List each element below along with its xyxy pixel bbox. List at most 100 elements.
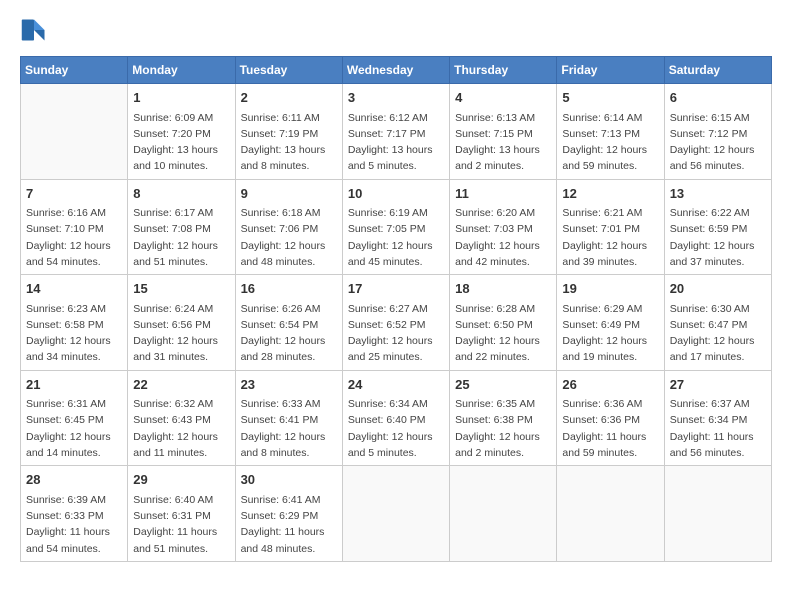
day-info: Sunrise: 6:21 AMSunset: 7:01 PMDaylight:… — [562, 205, 658, 270]
calendar-cell: 26Sunrise: 6:36 AMSunset: 6:36 PMDayligh… — [557, 370, 664, 466]
week-row-2: 14Sunrise: 6:23 AMSunset: 6:58 PMDayligh… — [21, 275, 772, 371]
calendar-cell: 14Sunrise: 6:23 AMSunset: 6:58 PMDayligh… — [21, 275, 128, 371]
day-info: Sunrise: 6:27 AMSunset: 6:52 PMDaylight:… — [348, 301, 444, 366]
calendar-cell: 7Sunrise: 6:16 AMSunset: 7:10 PMDaylight… — [21, 179, 128, 275]
calendar-cell: 28Sunrise: 6:39 AMSunset: 6:33 PMDayligh… — [21, 466, 128, 562]
day-info: Sunrise: 6:33 AMSunset: 6:41 PMDaylight:… — [241, 396, 337, 461]
day-number: 23 — [241, 375, 337, 395]
calendar-cell: 10Sunrise: 6:19 AMSunset: 7:05 PMDayligh… — [342, 179, 449, 275]
calendar-cell: 24Sunrise: 6:34 AMSunset: 6:40 PMDayligh… — [342, 370, 449, 466]
calendar-header: SundayMondayTuesdayWednesdayThursdayFrid… — [21, 57, 772, 84]
calendar-cell: 17Sunrise: 6:27 AMSunset: 6:52 PMDayligh… — [342, 275, 449, 371]
day-number: 22 — [133, 375, 229, 395]
day-info: Sunrise: 6:24 AMSunset: 6:56 PMDaylight:… — [133, 301, 229, 366]
header-day-friday: Friday — [557, 57, 664, 84]
day-info: Sunrise: 6:36 AMSunset: 6:36 PMDaylight:… — [562, 396, 658, 461]
header-day-saturday: Saturday — [664, 57, 771, 84]
day-number: 8 — [133, 184, 229, 204]
header-day-thursday: Thursday — [450, 57, 557, 84]
week-row-4: 28Sunrise: 6:39 AMSunset: 6:33 PMDayligh… — [21, 466, 772, 562]
day-info: Sunrise: 6:17 AMSunset: 7:08 PMDaylight:… — [133, 205, 229, 270]
calendar-cell: 23Sunrise: 6:33 AMSunset: 6:41 PMDayligh… — [235, 370, 342, 466]
calendar-cell: 22Sunrise: 6:32 AMSunset: 6:43 PMDayligh… — [128, 370, 235, 466]
day-info: Sunrise: 6:12 AMSunset: 7:17 PMDaylight:… — [348, 110, 444, 175]
day-number: 24 — [348, 375, 444, 395]
day-info: Sunrise: 6:23 AMSunset: 6:58 PMDaylight:… — [26, 301, 122, 366]
calendar-cell: 20Sunrise: 6:30 AMSunset: 6:47 PMDayligh… — [664, 275, 771, 371]
day-info: Sunrise: 6:19 AMSunset: 7:05 PMDaylight:… — [348, 205, 444, 270]
day-info: Sunrise: 6:16 AMSunset: 7:10 PMDaylight:… — [26, 205, 122, 270]
calendar-cell — [557, 466, 664, 562]
day-info: Sunrise: 6:26 AMSunset: 6:54 PMDaylight:… — [241, 301, 337, 366]
calendar-table: SundayMondayTuesdayWednesdayThursdayFrid… — [20, 56, 772, 562]
calendar-cell: 13Sunrise: 6:22 AMSunset: 6:59 PMDayligh… — [664, 179, 771, 275]
calendar-cell: 21Sunrise: 6:31 AMSunset: 6:45 PMDayligh… — [21, 370, 128, 466]
day-number: 19 — [562, 279, 658, 299]
header-day-tuesday: Tuesday — [235, 57, 342, 84]
day-number: 3 — [348, 88, 444, 108]
calendar-cell: 29Sunrise: 6:40 AMSunset: 6:31 PMDayligh… — [128, 466, 235, 562]
day-number: 21 — [26, 375, 122, 395]
day-number: 12 — [562, 184, 658, 204]
day-info: Sunrise: 6:29 AMSunset: 6:49 PMDaylight:… — [562, 301, 658, 366]
day-number: 25 — [455, 375, 551, 395]
calendar-cell: 15Sunrise: 6:24 AMSunset: 6:56 PMDayligh… — [128, 275, 235, 371]
day-info: Sunrise: 6:18 AMSunset: 7:06 PMDaylight:… — [241, 205, 337, 270]
day-info: Sunrise: 6:20 AMSunset: 7:03 PMDaylight:… — [455, 205, 551, 270]
calendar-cell: 11Sunrise: 6:20 AMSunset: 7:03 PMDayligh… — [450, 179, 557, 275]
calendar-cell — [21, 84, 128, 180]
day-number: 4 — [455, 88, 551, 108]
calendar-cell: 25Sunrise: 6:35 AMSunset: 6:38 PMDayligh… — [450, 370, 557, 466]
calendar-cell — [342, 466, 449, 562]
calendar-cell: 18Sunrise: 6:28 AMSunset: 6:50 PMDayligh… — [450, 275, 557, 371]
calendar-body: 1Sunrise: 6:09 AMSunset: 7:20 PMDaylight… — [21, 84, 772, 562]
calendar-cell: 5Sunrise: 6:14 AMSunset: 7:13 PMDaylight… — [557, 84, 664, 180]
day-info: Sunrise: 6:31 AMSunset: 6:45 PMDaylight:… — [26, 396, 122, 461]
day-number: 26 — [562, 375, 658, 395]
day-info: Sunrise: 6:39 AMSunset: 6:33 PMDaylight:… — [26, 492, 122, 557]
calendar-cell: 3Sunrise: 6:12 AMSunset: 7:17 PMDaylight… — [342, 84, 449, 180]
day-info: Sunrise: 6:13 AMSunset: 7:15 PMDaylight:… — [455, 110, 551, 175]
calendar-cell — [450, 466, 557, 562]
day-number: 20 — [670, 279, 766, 299]
day-info: Sunrise: 6:34 AMSunset: 6:40 PMDaylight:… — [348, 396, 444, 461]
day-number: 15 — [133, 279, 229, 299]
calendar-cell: 6Sunrise: 6:15 AMSunset: 7:12 PMDaylight… — [664, 84, 771, 180]
calendar-cell: 1Sunrise: 6:09 AMSunset: 7:20 PMDaylight… — [128, 84, 235, 180]
day-number: 14 — [26, 279, 122, 299]
day-number: 13 — [670, 184, 766, 204]
calendar-cell: 27Sunrise: 6:37 AMSunset: 6:34 PMDayligh… — [664, 370, 771, 466]
header-day-wednesday: Wednesday — [342, 57, 449, 84]
day-info: Sunrise: 6:35 AMSunset: 6:38 PMDaylight:… — [455, 396, 551, 461]
day-info: Sunrise: 6:11 AMSunset: 7:19 PMDaylight:… — [241, 110, 337, 175]
day-number: 18 — [455, 279, 551, 299]
day-info: Sunrise: 6:28 AMSunset: 6:50 PMDaylight:… — [455, 301, 551, 366]
calendar-cell: 12Sunrise: 6:21 AMSunset: 7:01 PMDayligh… — [557, 179, 664, 275]
day-info: Sunrise: 6:30 AMSunset: 6:47 PMDaylight:… — [670, 301, 766, 366]
day-number: 2 — [241, 88, 337, 108]
calendar-cell: 2Sunrise: 6:11 AMSunset: 7:19 PMDaylight… — [235, 84, 342, 180]
day-info: Sunrise: 6:09 AMSunset: 7:20 PMDaylight:… — [133, 110, 229, 175]
day-info: Sunrise: 6:32 AMSunset: 6:43 PMDaylight:… — [133, 396, 229, 461]
day-info: Sunrise: 6:15 AMSunset: 7:12 PMDaylight:… — [670, 110, 766, 175]
day-number: 7 — [26, 184, 122, 204]
day-number: 28 — [26, 470, 122, 490]
day-number: 10 — [348, 184, 444, 204]
day-number: 17 — [348, 279, 444, 299]
calendar-cell — [664, 466, 771, 562]
header-day-monday: Monday — [128, 57, 235, 84]
week-row-0: 1Sunrise: 6:09 AMSunset: 7:20 PMDaylight… — [21, 84, 772, 180]
day-number: 5 — [562, 88, 658, 108]
day-info: Sunrise: 6:14 AMSunset: 7:13 PMDaylight:… — [562, 110, 658, 175]
day-info: Sunrise: 6:22 AMSunset: 6:59 PMDaylight:… — [670, 205, 766, 270]
logo-icon — [20, 16, 48, 44]
day-number: 27 — [670, 375, 766, 395]
day-number: 16 — [241, 279, 337, 299]
header-row: SundayMondayTuesdayWednesdayThursdayFrid… — [21, 57, 772, 84]
calendar-cell: 16Sunrise: 6:26 AMSunset: 6:54 PMDayligh… — [235, 275, 342, 371]
calendar-cell: 8Sunrise: 6:17 AMSunset: 7:08 PMDaylight… — [128, 179, 235, 275]
day-number: 6 — [670, 88, 766, 108]
calendar-cell: 4Sunrise: 6:13 AMSunset: 7:15 PMDaylight… — [450, 84, 557, 180]
calendar-cell: 9Sunrise: 6:18 AMSunset: 7:06 PMDaylight… — [235, 179, 342, 275]
day-info: Sunrise: 6:37 AMSunset: 6:34 PMDaylight:… — [670, 396, 766, 461]
